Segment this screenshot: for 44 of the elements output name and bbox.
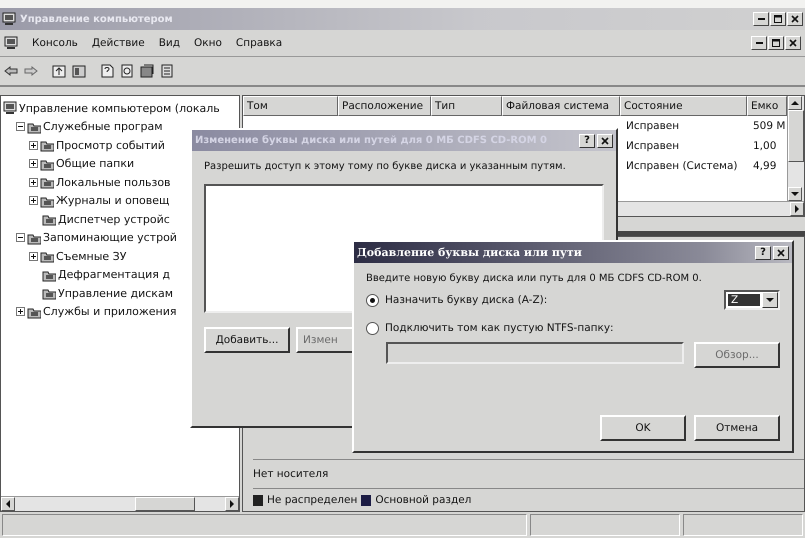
table-cell-text: 4,99 (752, 159, 778, 174)
column-header[interactable]: Тип (431, 96, 502, 116)
legend-label: Не распределен (267, 494, 358, 506)
menu-item[interactable]: Вид (158, 37, 180, 49)
table-cell-text: Исправен (Система) (625, 159, 738, 174)
dialog-text: Разрешить доступ к этому тому по букве диска и указанным путям. (204, 161, 567, 172)
tree-item[interactable]: Управление компьютером (локаль (19, 102, 220, 115)
tree-item[interactable]: Службы и приложения (43, 305, 176, 318)
table-cell-text: Исправен (625, 139, 680, 154)
option-label[interactable]: Назначить букву диска (A-Z): (385, 294, 718, 306)
help-button[interactable]: ? (579, 134, 595, 148)
tree-item[interactable]: Служебные програм (43, 120, 163, 134)
table-cell-text: 509 М (752, 119, 786, 134)
dialog-title: Добавление буквы диска или пути (357, 246, 583, 259)
tree-item[interactable]: Просмотр событий (56, 138, 165, 152)
tree-item[interactable]: Журналы и оповещ (56, 194, 170, 208)
tree-item[interactable]: Диспетчер устройс (58, 212, 170, 226)
disk-label: Нет носителя (253, 468, 328, 480)
dialog-button[interactable]: Добавить... (204, 327, 290, 353)
dialog-text: Введите новую букву диска или путь для 0 МБ CDFS CD-ROM 0. (366, 273, 703, 284)
menu-item[interactable]: Окно (194, 37, 222, 49)
column-header[interactable]: Емко (747, 96, 787, 116)
column-header[interactable]: Состояние (620, 96, 747, 116)
option-label[interactable]: Подключить том как пустую NTFS-папку: (385, 322, 780, 334)
help-button[interactable]: ? (755, 246, 771, 260)
table-cell-text: Исправен (625, 119, 680, 134)
table-cell-text: 1,00 (752, 139, 778, 154)
tree-item[interactable]: Запоминающие устрой (43, 231, 177, 244)
tree-item[interactable]: Дефрагментация д (58, 268, 170, 282)
tree-item[interactable]: Локальные пользов (56, 176, 171, 189)
menu-item[interactable]: Справка (236, 37, 282, 49)
menu-item[interactable]: Действие (92, 37, 145, 49)
column-header[interactable]: Файловая система (502, 96, 620, 116)
dialog-button[interactable]: Отмена (694, 415, 780, 441)
column-header[interactable]: Том (243, 96, 338, 116)
tree-item[interactable]: Общие папки (56, 157, 134, 170)
dialog-button[interactable]: OK (600, 415, 686, 441)
menu-item[interactable]: Консоль (32, 37, 78, 49)
legend-label: Основной раздел (375, 494, 472, 506)
tree-item[interactable]: Съемные ЗУ (56, 250, 126, 263)
window-title: Управление компьютером (20, 14, 174, 24)
column-header[interactable]: Расположение (338, 96, 431, 116)
tree-item[interactable]: Управление дискам (58, 286, 173, 300)
drive-letter-dropdown[interactable]: Z (724, 290, 780, 310)
